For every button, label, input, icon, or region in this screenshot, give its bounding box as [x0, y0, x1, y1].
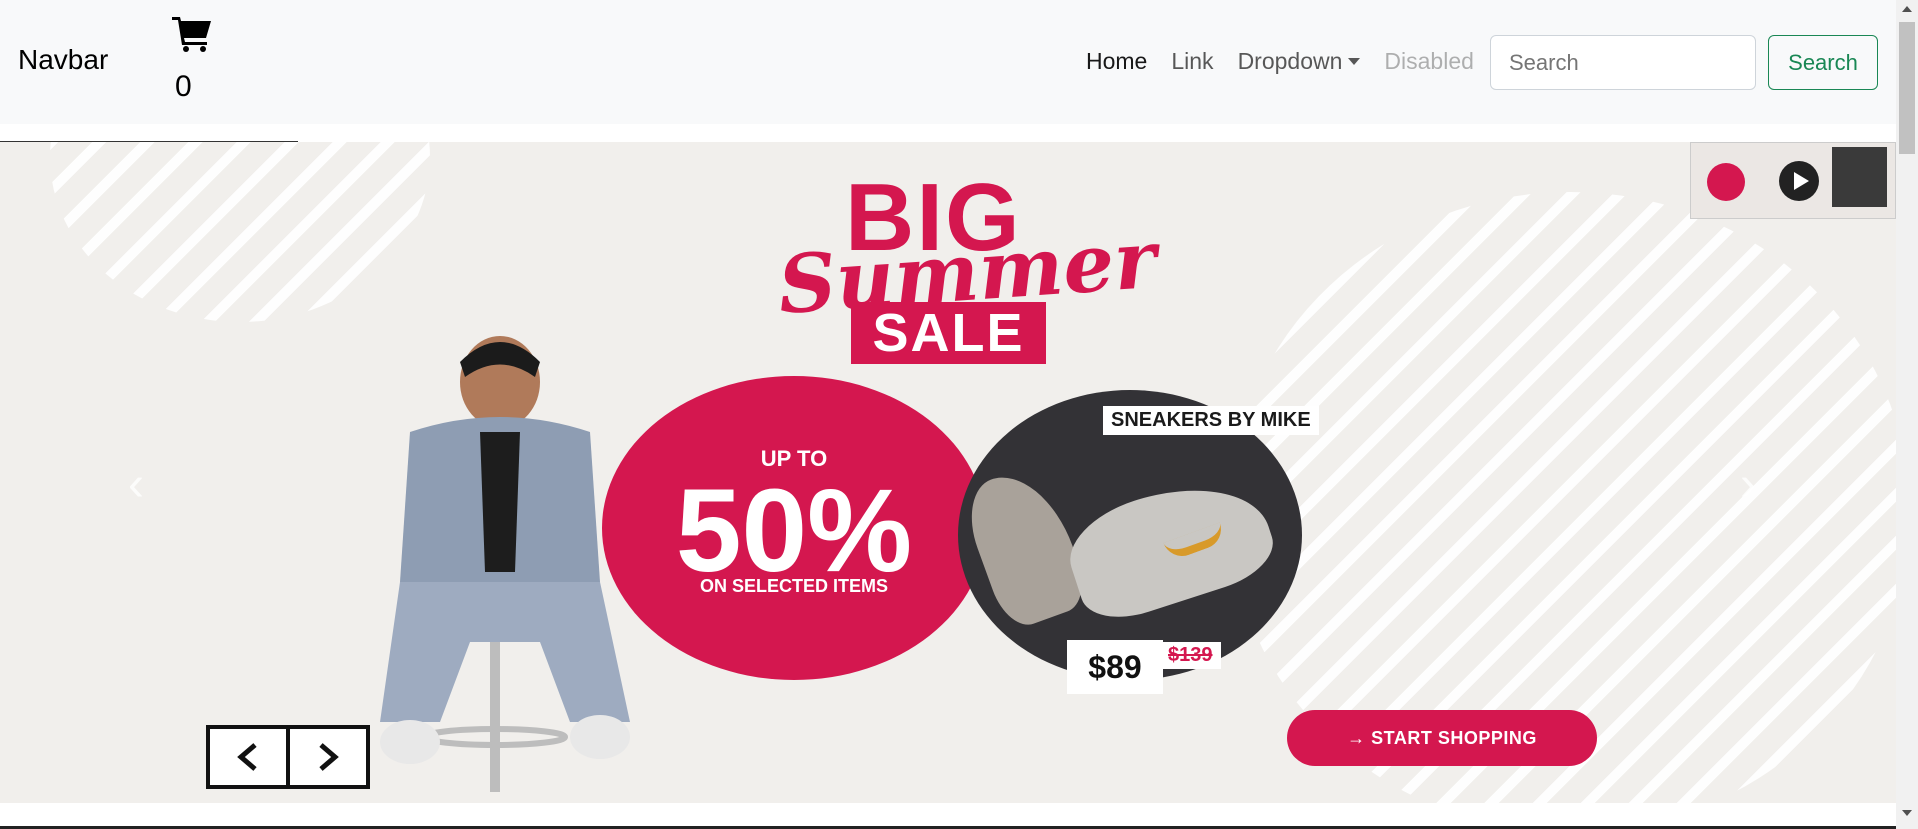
scroll-down-icon[interactable] [1902, 810, 1912, 816]
nav-links: Home Link Dropdown Disabled [1074, 48, 1486, 75]
discount-percent: 50% [675, 465, 913, 597]
search-button[interactable]: Search [1768, 35, 1878, 90]
caret-down-icon [1348, 58, 1361, 65]
decorative-stripes [50, 142, 430, 322]
price: $89 [1067, 640, 1163, 694]
cart-icon[interactable] [172, 16, 216, 52]
search-input[interactable] [1490, 35, 1756, 90]
start-shopping-button[interactable]: → START SHOPPING [1287, 710, 1597, 766]
vertical-scrollbar[interactable] [1896, 0, 1918, 829]
navbar: Navbar 0 Home Link Dropdown Disabled Sea… [0, 0, 1896, 124]
thumbnail-panel [1832, 147, 1887, 207]
video-thumbnail[interactable] [1690, 142, 1896, 219]
play-icon[interactable] [1779, 161, 1819, 201]
cart-count: 0 [175, 70, 192, 103]
on-selected-items-text: ON SELECTED ITEMS [699, 576, 888, 596]
chevron-left-icon [237, 743, 257, 771]
carousel-prev-icon[interactable]: ‹ [128, 457, 144, 512]
chevron-right-icon [319, 743, 339, 771]
nav-dropdown-label: Dropdown [1237, 48, 1343, 74]
arrow-controls [206, 725, 370, 789]
nav-link-disabled: Disabled [1384, 48, 1474, 74]
scroll-up-icon[interactable] [1902, 6, 1912, 12]
nav-link-link[interactable]: Link [1159, 48, 1225, 75]
prev-button[interactable] [206, 725, 290, 789]
thumbnail-badge [1707, 163, 1745, 201]
banner-sale-box: SALE [851, 302, 1046, 364]
discount-circle: UP TO 50% ON SELECTED ITEMS [602, 376, 986, 680]
next-button[interactable] [286, 725, 370, 789]
scroll-thumb[interactable] [1899, 22, 1915, 154]
carousel-next-icon[interactable]: › [1740, 457, 1756, 512]
product-label: SNEAKERS BY MIKE [1103, 406, 1319, 435]
carousel-banner: BIG Summer SALE UP TO 50% ON SELECTED IT… [0, 142, 1896, 803]
navbar-brand[interactable]: Navbar [18, 44, 108, 76]
nav-link-home[interactable]: Home [1074, 48, 1159, 75]
old-price: $139 [1160, 642, 1221, 669]
nav-dropdown[interactable]: Dropdown [1226, 48, 1373, 75]
